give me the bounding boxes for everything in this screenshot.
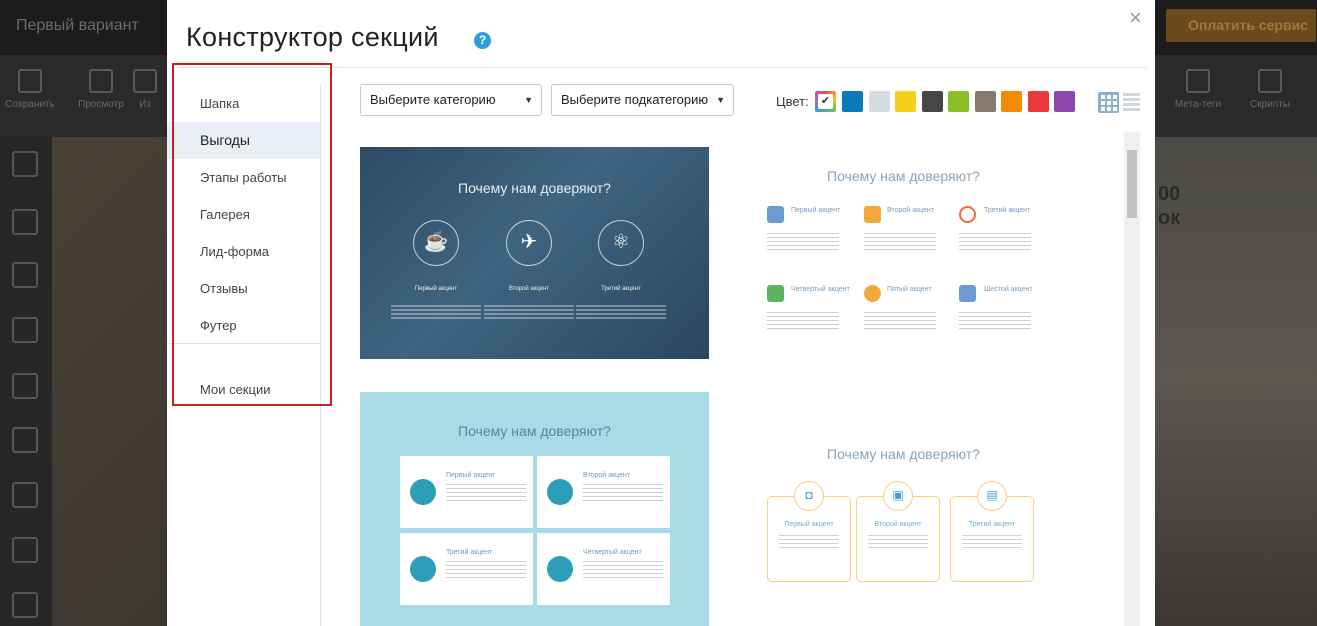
color-swatch[interactable] [974,91,996,112]
youtube-icon[interactable] [12,427,38,453]
rocket-icon [767,206,784,223]
template-heading: Почему нам доверяют? [458,180,611,196]
truck-icon [547,556,573,582]
highlight-box [172,63,332,406]
save-icon [18,69,42,93]
camera-icon [547,479,573,505]
subcategory-select[interactable]: Выберите подкатегорию ▼ [551,84,734,116]
template-heading: Почему нам доверяют? [827,168,980,184]
atom-icon: ⚛ [598,220,644,266]
toolbar-meta-tags[interactable]: Мета-теги [1168,69,1228,110]
category-select[interactable]: Выберите категорию ▼ [360,84,542,116]
close-icon[interactable]: × [1129,5,1142,31]
meta-tags-icon [1186,69,1210,93]
gift-icon[interactable] [12,209,38,235]
color-swatch[interactable] [1027,91,1049,112]
app-sidebar [0,137,52,626]
pay-service-button[interactable]: Оплатить сервис [1166,9,1316,42]
monitor-icon [89,69,113,93]
template-card[interactable]: Почему нам доверяют? Первый акцент Второ… [360,392,709,626]
scrollbar-thumb[interactable] [1127,150,1137,218]
color-swatch[interactable] [948,91,969,112]
map-pin-icon[interactable] [12,537,38,563]
slider-icon[interactable] [12,482,38,508]
briefcase-icon: ▤ [977,481,1007,511]
coffee-icon: ☕ [413,220,459,266]
template-card[interactable]: Почему нам доверяют? ☕ ✈ ⚛ Первый акцент… [360,147,709,359]
shop-icon [410,556,436,582]
color-swatch[interactable] [895,91,916,112]
section-builder-modal: Конструктор секций ? × Шапка Выгоды Этап… [167,0,1155,626]
tool-icon [133,69,157,93]
image-icon[interactable] [12,373,38,399]
toolbar-scripts[interactable]: Скрипты [1240,69,1300,110]
color-swatch[interactable] [1054,91,1075,112]
camera-icon: ◘ [794,481,824,511]
paper-plane-icon [959,285,976,302]
template-card[interactable]: Почему нам доверяют? Первый акцент Второ… [729,147,1078,359]
template-heading: Почему нам доверяют? [827,446,980,462]
canvas-partial-text: 00 ок [1158,183,1181,229]
chat-icon [864,206,881,223]
list-view-icon[interactable] [1123,93,1140,112]
color-swatch[interactable] [1001,91,1022,112]
grid-view-icon[interactable] [1098,92,1119,113]
person-icon [864,285,881,302]
scripts-icon [1258,69,1282,93]
toolbar-save[interactable]: Сохранить [0,69,60,110]
color-swatch-all[interactable]: ✔ [815,91,836,112]
picture-icon [767,285,784,302]
chevron-down-icon: ▼ [524,95,533,105]
clock-icon [959,206,976,223]
toolbar-preview[interactable]: Просмотр [71,69,131,110]
template-card[interactable]: Почему нам доверяют? ◘ ▣ ▤ Первый акцент… [729,392,1078,626]
check-icon: ✔ [818,94,833,109]
color-swatch[interactable] [842,91,863,112]
team-icon [410,479,436,505]
help-icon[interactable]: ? [474,32,491,49]
chevron-down-icon: ▼ [716,95,725,105]
timer-icon[interactable] [12,262,38,288]
section-icon[interactable] [12,151,38,177]
toolbar-item-partial[interactable]: Из [128,69,162,110]
window-icon[interactable] [12,317,38,343]
modal-title: Конструктор секций [186,22,439,52]
color-swatch[interactable] [868,91,890,112]
color-filter-label: Цвет: [776,94,809,109]
paper-plane-icon: ✈ [506,220,552,266]
scrollbar[interactable] [1124,132,1140,626]
color-swatch[interactable] [921,91,943,112]
template-heading: Почему нам доверяют? [458,423,611,439]
chat-icon: ▣ [883,481,913,511]
project-title[interactable]: Первый вариант [16,17,139,35]
text-icon[interactable] [12,592,38,618]
